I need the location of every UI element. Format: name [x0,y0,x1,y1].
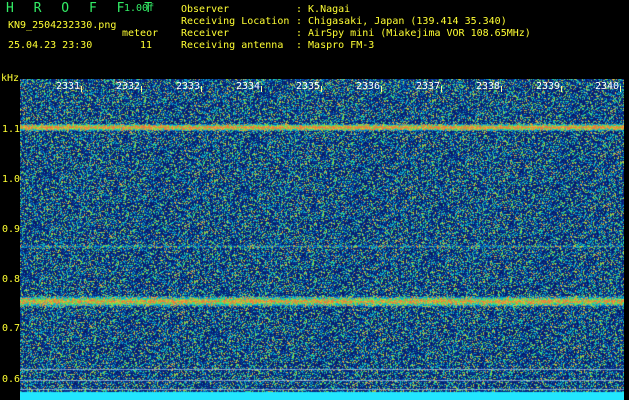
meta-value-receiver: : AirSpy mini (Miakejima VOR 108.65MHz) [296,28,531,39]
x-label-2334: 2334 [236,81,261,92]
meta-value-location: : Chigasaki, Japan (139.414 35.340) [296,16,507,27]
x-label-2338: 2338 [476,81,501,92]
y-label-0-9: 0.9 [2,224,21,235]
meta-key-observer: Observer [181,4,230,15]
x-tick [561,86,562,92]
x-tick [201,86,202,92]
x-tick [141,86,142,92]
x-tick [321,86,322,92]
header-panel: H R O F F T 1.00f KN9_2504232330.png met… [0,0,629,72]
datetime-label: 25.04.23 23:30 [8,40,93,51]
x-label-2340: 2340 [595,81,620,92]
x-label-2331: 2331 [56,81,81,92]
meta-value-observer: : K.Nagai [296,4,351,15]
meteor-label: meteor [122,28,159,39]
x-label-2337: 2337 [416,81,441,92]
x-tick [261,86,262,92]
y-label-0-8: 0.8 [2,274,21,285]
x-label-2335: 2335 [296,81,321,92]
y-label-1-0: 1.0 [2,174,21,185]
y-label-1-1: 1.1 [2,124,21,135]
spectrogram-canvas [20,79,624,400]
meta-value-antenna: : Maspro FM-3 [296,40,375,51]
y-label-0-7: 0.7 [2,323,21,334]
x-label-2333: 2333 [176,81,201,92]
version-label: 1.00f [124,3,155,14]
x-label-2332: 2332 [116,81,141,92]
x-label-2336: 2336 [356,81,381,92]
meta-key-receiver: Receiver [181,28,230,39]
x-tick [81,86,82,92]
meta-key-location: Receiving Location [181,16,290,27]
meta-key-antenna: Receiving antenna [181,40,284,51]
x-tick [381,86,382,92]
y-label-0-6: 0.6 [2,374,21,385]
x-tick [620,86,621,92]
x-label-2339: 2339 [536,81,561,92]
count-label: 11 [140,40,153,51]
x-tick [501,86,502,92]
y-axis-unit: kHz [1,73,20,84]
x-tick [441,86,442,92]
filename-label: KN9_2504232330.png [8,20,117,31]
spectrogram-plot [20,79,624,400]
